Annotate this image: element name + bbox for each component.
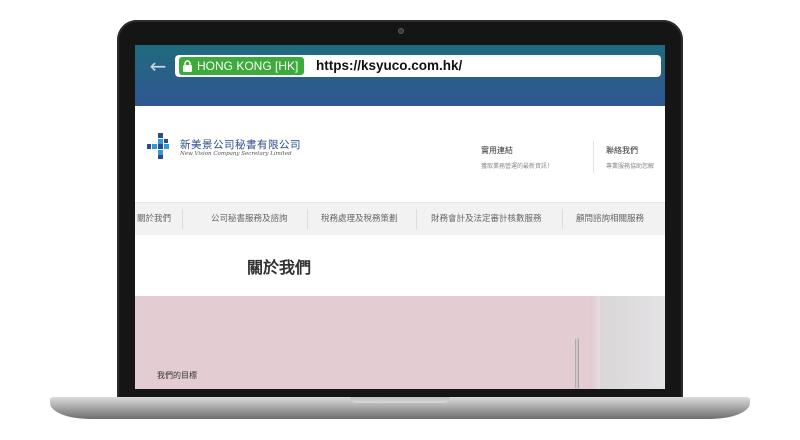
laptop-lid: ← HONG KONG [HK] https://ksyuco.com.hk/ [117,20,683,400]
hero-section-label: 我們的目標 [157,371,197,380]
header-link-title: 聯絡我們 [606,146,638,155]
nav-item-about[interactable]: 關於我們 [137,203,171,235]
nav-item-company-secretary[interactable]: 公司秘書服務及諮詢 [211,203,288,235]
lock-icon [183,60,192,72]
header-divider [593,141,594,173]
header-link-useful-links[interactable]: 實用連結 獲取業務營運的最新資訊！ [481,145,553,170]
header-link-subtitle: 獲取業務營運的最新資訊！ [481,163,554,170]
site-header: 新美景公司秘書有限公司 New Vision Company Secretary… [135,106,665,202]
back-arrow-icon[interactable]: ← [146,54,170,78]
ev-label: HONG KONG [HK] [197,59,299,73]
door-handle [575,338,579,389]
address-bar[interactable]: HONG KONG [HK] https://ksyuco.com.hk/ [175,55,661,77]
browser-toolbar: ← HONG KONG [HK] https://ksyuco.com.hk/ [135,45,665,106]
nav-separator [307,209,308,229]
laptop-base-notch [350,397,450,403]
nav-separator [182,209,183,229]
logo-cross-icon[interactable] [147,133,173,159]
nav-item-accounting-audit[interactable]: 財務會計及法定審計核數服務 [431,203,542,235]
nav-separator [416,209,417,229]
laptop-base [50,397,750,419]
hero-banner: 我們的目標 [135,296,665,389]
nav-item-tax[interactable]: 稅務處理及稅務策劃 [321,203,398,235]
hero-door [600,296,665,389]
ev-certificate-badge[interactable]: HONG KONG [HK] [179,57,305,75]
laptop-screen: ← HONG KONG [HK] https://ksyuco.com.hk/ [135,45,665,389]
header-link-subtitle: 專業服務協助您解 [606,163,655,170]
header-link-contact-us[interactable]: 聯絡我們 專業服務協助您解 [606,145,654,170]
logo-chinese-name[interactable]: 新美景公司秘書有限公司 [180,137,301,152]
header-link-title: 實用連結 [481,146,513,155]
main-nav: 關於我們 公司秘書服務及諮詢 稅務處理及稅務策劃 財務會計及法定審計核數服務 顧… [135,202,665,235]
nav-separator [562,209,563,229]
page-title: 關於我們 [247,258,312,277]
hero-door-frame [590,296,600,389]
logo-english-name[interactable]: New Vision Company Secretary Limited [180,151,292,157]
nav-item-consulting[interactable]: 顧問諮詢相關服務 [576,203,644,235]
url-text[interactable]: https://ksyuco.com.hk/ [316,57,462,75]
camera-dot [398,28,404,34]
